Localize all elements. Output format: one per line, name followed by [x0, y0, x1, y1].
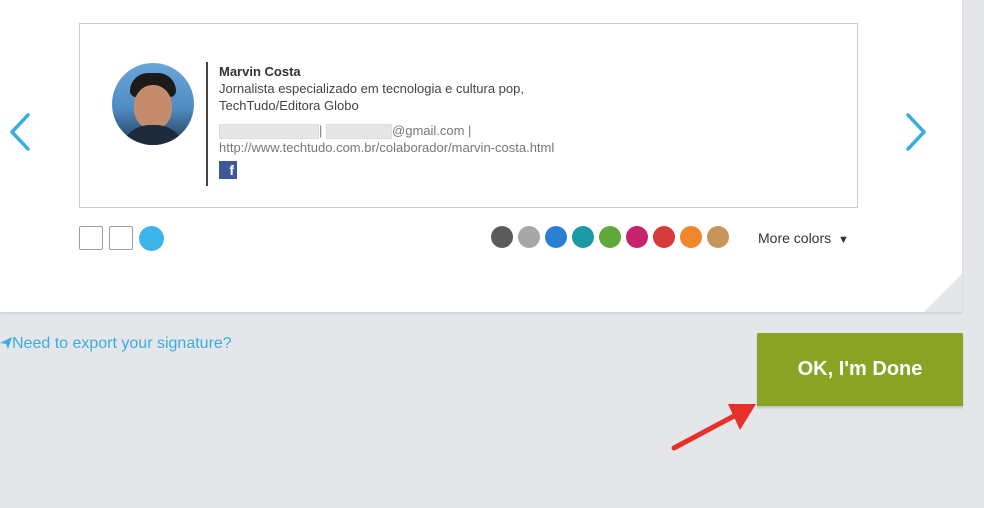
- color-swatch[interactable]: [653, 226, 675, 248]
- color-swatch[interactable]: [626, 226, 648, 248]
- divider: [206, 62, 208, 186]
- color-swatch[interactable]: [599, 226, 621, 248]
- signature-name: Marvin Costa: [219, 64, 301, 79]
- chevron-right-icon[interactable]: [904, 110, 930, 154]
- ok-done-button[interactable]: OK, I'm Done: [757, 333, 963, 406]
- more-colors-dropdown[interactable]: More colors ▼: [758, 230, 849, 246]
- email-suffix: @gmail.com |: [392, 123, 472, 138]
- facebook-icon[interactable]: f: [219, 161, 237, 180]
- layout-option-3-selected[interactable]: [139, 226, 164, 251]
- signature-preview: Marvin Costa Jornalista especializado em…: [79, 23, 858, 208]
- signature-title-line2: TechTudo/Editora Globo: [219, 98, 359, 113]
- more-colors-label: More colors: [758, 230, 832, 246]
- layout-option-1[interactable]: [79, 226, 103, 250]
- layout-selector: [79, 226, 164, 251]
- red-arrow-annotation: [671, 404, 756, 451]
- signature-text: Marvin Costa Jornalista especializado em…: [219, 63, 555, 180]
- paper-plane-icon: [0, 337, 12, 349]
- signature-contact: | @gmail.com |: [219, 122, 554, 140]
- color-swatch[interactable]: [707, 226, 729, 248]
- signature-title-line1: Jornalista especializado em tecnologia e…: [219, 81, 524, 96]
- layout-option-2[interactable]: [109, 226, 133, 250]
- signature-website: http://www.techtudo.com.br/colaborador/m…: [219, 140, 555, 156]
- color-swatch[interactable]: [545, 226, 567, 248]
- avatar: [112, 63, 194, 145]
- color-swatch[interactable]: [491, 226, 513, 248]
- chevron-left-icon[interactable]: [6, 110, 32, 154]
- redacted-phone: [219, 124, 319, 140]
- separator: |: [319, 123, 323, 138]
- triangle-down-icon: ▼: [838, 234, 849, 246]
- export-link-label: Need to export your signature?: [12, 335, 232, 352]
- export-signature-link[interactable]: Need to export your signature?: [0, 335, 232, 353]
- color-palette: [491, 226, 729, 248]
- redacted-email-user: [326, 124, 393, 140]
- color-swatch[interactable]: [518, 226, 540, 248]
- color-swatch[interactable]: [572, 226, 594, 248]
- color-swatch[interactable]: [680, 226, 702, 248]
